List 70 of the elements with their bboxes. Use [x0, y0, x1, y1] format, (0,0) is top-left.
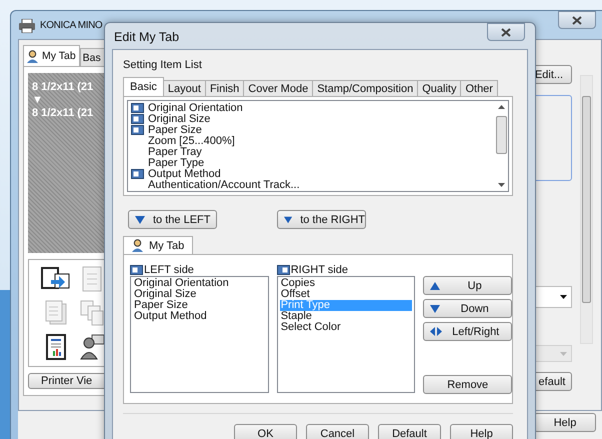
- caret-icon: [560, 295, 567, 299]
- help-button[interactable]: Help: [534, 413, 596, 432]
- panel-icon: [130, 265, 143, 275]
- preview-label: 8 1/2x11 (21: [32, 81, 94, 93]
- up-arrow-icon: [430, 282, 440, 290]
- person-icon: [26, 50, 39, 62]
- list-item[interactable]: Original Size: [133, 289, 266, 300]
- list-item[interactable]: Staple: [280, 311, 412, 322]
- person-icon: [80, 334, 104, 360]
- list-item[interactable]: Original Orientation: [133, 278, 266, 289]
- tab[interactable]: My Tab: [123, 236, 194, 254]
- panel-icon: [276, 265, 290, 275]
- close-button[interactable]: [558, 11, 596, 29]
- pages-icon: [44, 300, 68, 326]
- close-icon: [572, 16, 582, 24]
- printer-output-icon: [41, 266, 71, 292]
- list-item[interactable]: Zoom [25...400%]: [148, 135, 235, 148]
- list-item[interactable]: Offset: [280, 289, 412, 300]
- tab[interactable]: Cover Mode: [243, 80, 314, 96]
- person-icon: [131, 239, 144, 252]
- list-item[interactable]: Authentication/Account Track...: [148, 178, 300, 191]
- list-item[interactable]: Paper Size: [133, 300, 266, 311]
- printer-icon: [18, 19, 36, 33]
- report-chart-icon: [44, 334, 68, 360]
- dialog-button[interactable]: Cancel: [306, 424, 369, 439]
- dialog-button[interactable]: Default: [378, 424, 441, 439]
- list-item[interactable]: Output Method: [148, 168, 221, 180]
- window-title: KONICA MINO: [40, 20, 102, 31]
- section-label: Setting Item List: [123, 59, 203, 71]
- close-button[interactable]: [487, 23, 525, 41]
- preview-label: ▼: [32, 94, 44, 106]
- dialog-title: Edit My Tab: [114, 30, 180, 44]
- list-label: RIGHT side: [290, 264, 348, 276]
- list-label: LEFT side: [144, 264, 194, 276]
- list-item[interactable]: Original Size: [148, 113, 210, 126]
- tab[interactable]: Quality: [417, 80, 462, 96]
- tab[interactable]: Finish: [204, 80, 244, 96]
- tab[interactable]: Stamp/Composition: [312, 80, 418, 96]
- stacked-pages-icon: [80, 300, 104, 326]
- scroll-down-icon[interactable]: [498, 183, 505, 187]
- dialog-button[interactable]: OK: [234, 424, 297, 439]
- page-icon: [80, 266, 104, 292]
- close-icon: [501, 28, 511, 36]
- left-right-arrow-icon: [430, 327, 442, 336]
- list-item[interactable]: Paper Type: [148, 156, 204, 169]
- tab[interactable]: Other: [460, 80, 498, 96]
- scroll-up-icon[interactable]: [498, 105, 505, 109]
- tab[interactable]: Bas: [80, 48, 105, 66]
- list-item[interactable]: Original Orientation: [148, 102, 243, 114]
- list-item[interactable]: Select Color: [280, 322, 412, 333]
- side-button[interactable]: Down: [423, 299, 512, 318]
- tab[interactable]: Basic: [123, 77, 164, 96]
- list-item[interactable]: Paper Tray: [148, 146, 202, 158]
- move-button[interactable]: to the LEFT: [128, 210, 217, 229]
- list-item[interactable]: Output Method: [133, 311, 266, 322]
- scrollbar[interactable]: [580, 75, 593, 344]
- tab[interactable]: Layout: [162, 80, 206, 96]
- down-arrow-icon: [430, 304, 440, 312]
- list-item[interactable]: Copies: [280, 278, 412, 289]
- down-arrow-icon: [135, 216, 145, 224]
- side-button[interactable]: Up: [423, 276, 512, 295]
- move-button[interactable]: to the RIGHT: [277, 210, 366, 229]
- down-arrow-icon: [284, 216, 292, 224]
- list-item[interactable]: Paper Size: [148, 124, 202, 136]
- dialog-button[interactable]: Help: [450, 424, 513, 439]
- side-button[interactable]: Left/Right: [423, 322, 512, 341]
- tab[interactable]: My Tab: [23, 45, 80, 66]
- side-button[interactable]: Remove: [423, 375, 512, 394]
- caret-icon: [560, 352, 567, 356]
- preview-label: 8 1/2x11 (21: [32, 107, 94, 119]
